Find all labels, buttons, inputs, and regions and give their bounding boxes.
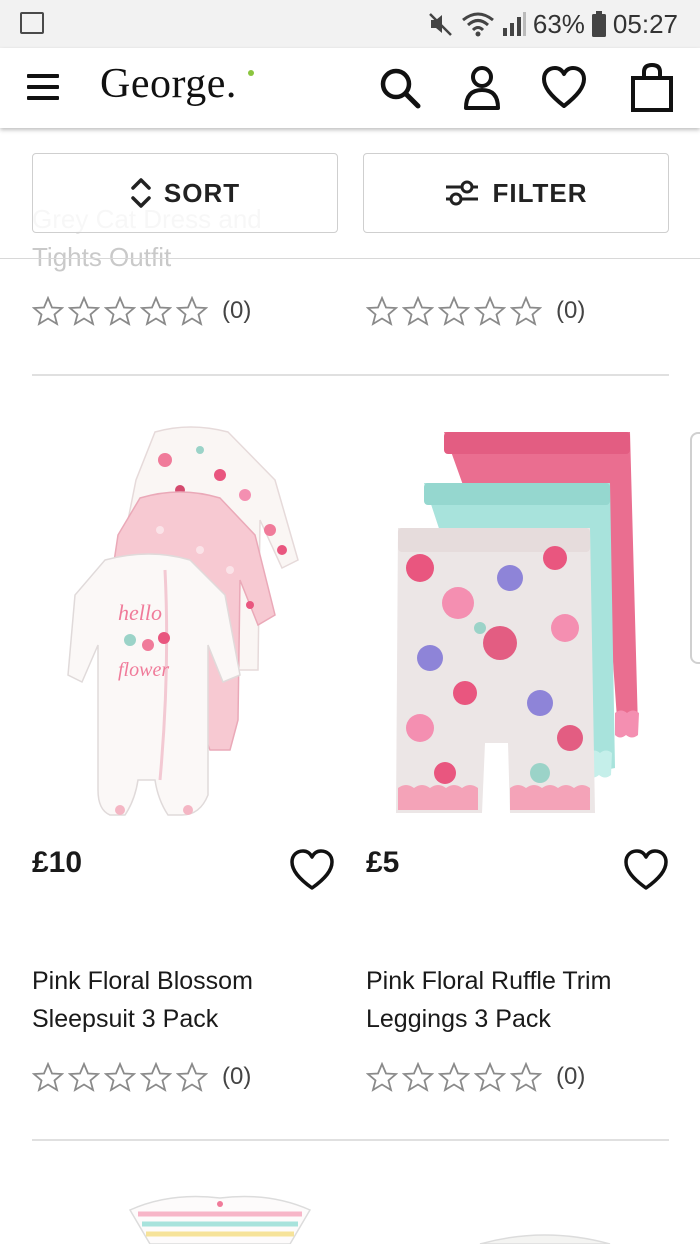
star-empty-icon [438, 1062, 470, 1092]
product-rating: (0) [32, 1062, 251, 1092]
basket-icon[interactable] [628, 62, 676, 114]
star-empty-icon [140, 296, 172, 326]
sort-chevrons-icon [131, 178, 151, 208]
star-empty-icon [510, 1062, 542, 1092]
wishlist-heart-icon[interactable] [540, 62, 588, 114]
rating-count: (0) [222, 297, 252, 324]
battery-percent: 63% [532, 8, 585, 39]
star-empty-icon [402, 1062, 434, 1092]
sort-label: SORT [163, 177, 241, 208]
status-icons: 63% 05:27 [427, 8, 678, 40]
leggings-floral [396, 528, 595, 813]
add-to-wishlist-heart-icon[interactable] [622, 848, 670, 892]
menu-icon[interactable] [27, 72, 59, 102]
rating-count: (0) [222, 1063, 252, 1090]
signal-icon [502, 12, 526, 36]
search-icon[interactable] [376, 62, 424, 114]
star-empty-icon [438, 296, 470, 326]
star-empty-icon [366, 1062, 398, 1092]
star-empty-icon [474, 1062, 506, 1092]
site-header: George. [0, 48, 700, 128]
product-rating: (0) [366, 296, 585, 326]
rating-count: (0) [556, 1063, 586, 1090]
sort-button[interactable]: SORT [32, 153, 338, 233]
wifi-icon [461, 12, 494, 37]
svg-text:flower: flower [118, 659, 169, 681]
product-name[interactable]: Pink Floral Ruffle Trim Leggings 3 Pack [366, 962, 666, 1038]
clock: 05:27 [612, 8, 678, 39]
gallery-notification-icon [20, 12, 44, 34]
star-empty-icon [510, 296, 542, 326]
star-empty-icon [104, 1062, 136, 1092]
product-price: £10 [32, 846, 83, 879]
rating-count: (0) [556, 297, 586, 324]
star-empty-icon [474, 296, 506, 326]
product-image-next[interactable] [470, 1226, 620, 1244]
product-image-striped-top[interactable] [110, 1190, 330, 1244]
filter-button[interactable]: FILTER [363, 153, 669, 233]
star-empty-icon [104, 296, 136, 326]
star-empty-icon [402, 296, 434, 326]
toolbar-divider [0, 258, 700, 259]
add-to-wishlist-heart-icon[interactable] [288, 848, 336, 892]
product-rating: (0) [32, 296, 251, 326]
status-bar: 63% 05:27 [0, 0, 700, 48]
mute-icon [428, 13, 452, 36]
battery-icon [591, 11, 606, 37]
filter-label: FILTER [492, 177, 588, 208]
star-empty-icon [366, 296, 398, 326]
star-empty-icon [68, 1062, 100, 1092]
account-icon[interactable] [458, 62, 506, 114]
product-image-leggings[interactable] [390, 428, 650, 823]
star-empty-icon [32, 296, 64, 326]
star-empty-icon [68, 296, 100, 326]
row-divider [32, 1139, 669, 1141]
star-empty-icon [32, 1062, 64, 1092]
logo-dot [248, 70, 254, 76]
filter-sliders-icon [446, 180, 479, 206]
george-logo[interactable]: George. [100, 60, 237, 108]
product-name[interactable]: Pink Floral Blossom Sleepsuit 3 Pack [32, 962, 332, 1038]
row-divider [32, 374, 669, 376]
star-empty-icon [176, 296, 208, 326]
product-price: £5 [366, 846, 400, 879]
product-rating: (0) [366, 1062, 585, 1092]
svg-text:hello: hello [118, 600, 162, 625]
star-empty-icon [140, 1062, 172, 1092]
side-scroll-tab[interactable] [690, 432, 700, 664]
star-empty-icon [176, 1062, 208, 1092]
product-image-sleepsuits[interactable]: hello flower [60, 420, 310, 830]
